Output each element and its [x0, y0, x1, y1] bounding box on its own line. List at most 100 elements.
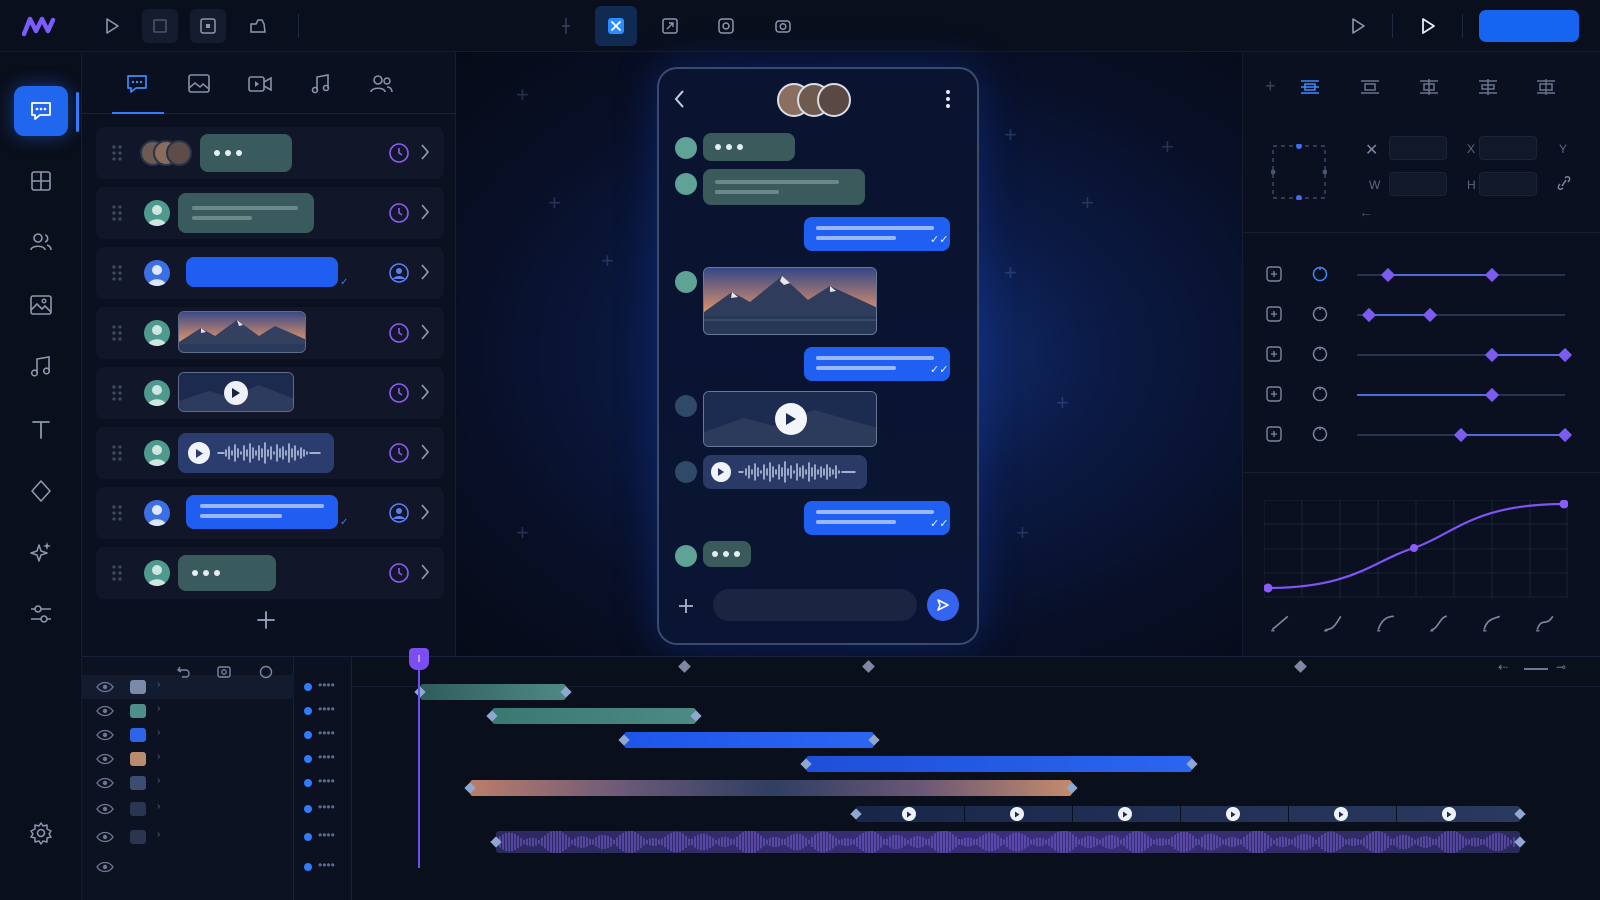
- sidebar-item-effects[interactable]: [14, 527, 68, 577]
- opacity-icon[interactable]: [1265, 385, 1283, 403]
- user-clock-icon[interactable]: [388, 262, 410, 284]
- chevron-right-icon[interactable]: [420, 323, 430, 341]
- curve-start-handle[interactable]: [1264, 583, 1273, 593]
- clock-icon[interactable]: [388, 562, 410, 584]
- message-composer-input[interactable]: [713, 589, 917, 621]
- add-icon[interactable]: +: [1265, 76, 1276, 97]
- eye-icon[interactable]: [96, 776, 114, 790]
- eye-icon[interactable]: [96, 680, 114, 694]
- clock-icon[interactable]: [388, 322, 410, 344]
- keyframe-diamond[interactable]: [1485, 387, 1500, 403]
- sidebar-item-layout[interactable]: [14, 156, 68, 206]
- clock-icon[interactable]: [388, 142, 410, 164]
- eye-icon[interactable]: [96, 752, 114, 766]
- expand-arrow-icon[interactable]: ›: [157, 751, 160, 762]
- layer-keyframe-dot[interactable]: [304, 863, 312, 871]
- expand-arrow-icon[interactable]: ›: [157, 703, 160, 714]
- zoom-in-icon[interactable]: ⊸: [1556, 660, 1566, 674]
- layer-keyframe-dot[interactable]: [304, 755, 312, 763]
- drag-handle-icon[interactable]: [112, 444, 122, 462]
- play-icon[interactable]: [775, 403, 807, 435]
- keyframe-diamond[interactable]: [1362, 307, 1377, 323]
- h-field[interactable]: [1479, 172, 1537, 196]
- eye-icon[interactable]: [96, 704, 114, 718]
- camera-tool-button[interactable]: [765, 9, 801, 43]
- sent-clip[interactable]: [624, 732, 874, 748]
- sidebar-item-messages[interactable]: [14, 86, 68, 136]
- w-field[interactable]: [1389, 172, 1447, 196]
- curve-end-handle[interactable]: [1559, 500, 1569, 509]
- eye-icon[interactable]: [96, 860, 114, 874]
- keyframe-diamond[interactable]: [1381, 267, 1396, 283]
- publish-button[interactable]: [1479, 10, 1579, 42]
- drag-handle-icon[interactable]: [112, 204, 122, 222]
- bounce-icon[interactable]: [1482, 614, 1502, 632]
- list-item[interactable]: ✓: [96, 247, 444, 299]
- expand-arrow-icon[interactable]: ›: [157, 801, 160, 812]
- play-icon[interactable]: [1010, 807, 1024, 821]
- chevron-right-icon[interactable]: [420, 503, 430, 521]
- add-attachment-icon[interactable]: [677, 597, 695, 615]
- run-button[interactable]: [1410, 9, 1446, 43]
- export-button[interactable]: [240, 9, 276, 43]
- drag-handle-icon[interactable]: [112, 264, 122, 282]
- sidebar-item-media[interactable]: [14, 280, 68, 330]
- chevron-right-icon[interactable]: [420, 143, 430, 161]
- curve-mid-handle[interactable]: [1410, 544, 1418, 552]
- eye-icon[interactable]: [96, 802, 114, 816]
- chevron-right-icon[interactable]: [420, 563, 430, 581]
- typing-clip[interactable]: [420, 684, 566, 700]
- layer-keyframe-dot[interactable]: [304, 683, 312, 691]
- settings-button[interactable]: [14, 808, 68, 858]
- sidebar-item-adjust[interactable]: [14, 589, 68, 639]
- stop-button[interactable]: [142, 9, 178, 43]
- ease-in-icon[interactable]: [1323, 614, 1343, 632]
- scale-icon[interactable]: [1265, 305, 1283, 323]
- keyframe-diamond[interactable]: [1557, 347, 1573, 363]
- ease-out-icon[interactable]: [1376, 614, 1396, 632]
- sidebar-item-text[interactable]: [14, 404, 68, 454]
- expand-arrow-icon[interactable]: ›: [157, 727, 160, 738]
- layer-row[interactable]: ›: [82, 771, 294, 795]
- list-item[interactable]: [96, 127, 444, 179]
- drag-handle-icon[interactable]: [112, 504, 122, 522]
- list-item[interactable]: [96, 187, 444, 239]
- elastic-icon[interactable]: [1535, 614, 1555, 632]
- expand-arrow-icon[interactable]: ›: [157, 775, 160, 786]
- align-tool[interactable]: [1295, 72, 1325, 102]
- add-marker-button[interactable]: [548, 9, 584, 43]
- play-icon[interactable]: [902, 807, 916, 821]
- layer-keyframe-dot[interactable]: [304, 731, 312, 739]
- audio-clip[interactable]: [496, 831, 1520, 853]
- preview-play-button[interactable]: [1340, 9, 1376, 43]
- transform-tool-button[interactable]: [595, 6, 637, 46]
- eye-icon[interactable]: [96, 728, 114, 742]
- layer-keyframe-dot[interactable]: [304, 805, 312, 813]
- anchor-icon[interactable]: [1311, 385, 1329, 403]
- text-clip[interactable]: [492, 708, 696, 724]
- sent-clip[interactable]: [806, 756, 1192, 772]
- layer-keyframe-dot[interactable]: [304, 833, 312, 841]
- sidebar-item-shapes[interactable]: [14, 466, 68, 516]
- layer-row[interactable]: ›: [82, 825, 294, 849]
- clock-icon[interactable]: [388, 382, 410, 404]
- arrow-left-icon[interactable]: ←: [1359, 204, 1373, 220]
- playhead[interactable]: I: [409, 648, 429, 670]
- ease-in-out-icon[interactable]: [1429, 614, 1449, 632]
- expand-arrow-icon[interactable]: ›: [157, 829, 160, 840]
- frame-button[interactable]: [190, 9, 226, 43]
- list-item[interactable]: [96, 427, 444, 479]
- circle-icon[interactable]: [1311, 345, 1329, 363]
- layer-row[interactable]: ›: [82, 723, 294, 747]
- chevron-right-icon[interactable]: [420, 203, 430, 221]
- anchor-grid[interactable]: [1271, 144, 1327, 200]
- keyframe-diamond[interactable]: [1485, 347, 1500, 363]
- snapshot-icon[interactable]: [216, 664, 232, 680]
- rotate-icon[interactable]: [1311, 265, 1329, 283]
- play-icon[interactable]: [1226, 807, 1240, 821]
- list-item[interactable]: [96, 547, 444, 599]
- timeline-ruler[interactable]: [352, 657, 1600, 687]
- chevron-right-icon[interactable]: [420, 263, 430, 281]
- list-item[interactable]: ✓: [96, 487, 444, 539]
- play-icon[interactable]: [1334, 807, 1348, 821]
